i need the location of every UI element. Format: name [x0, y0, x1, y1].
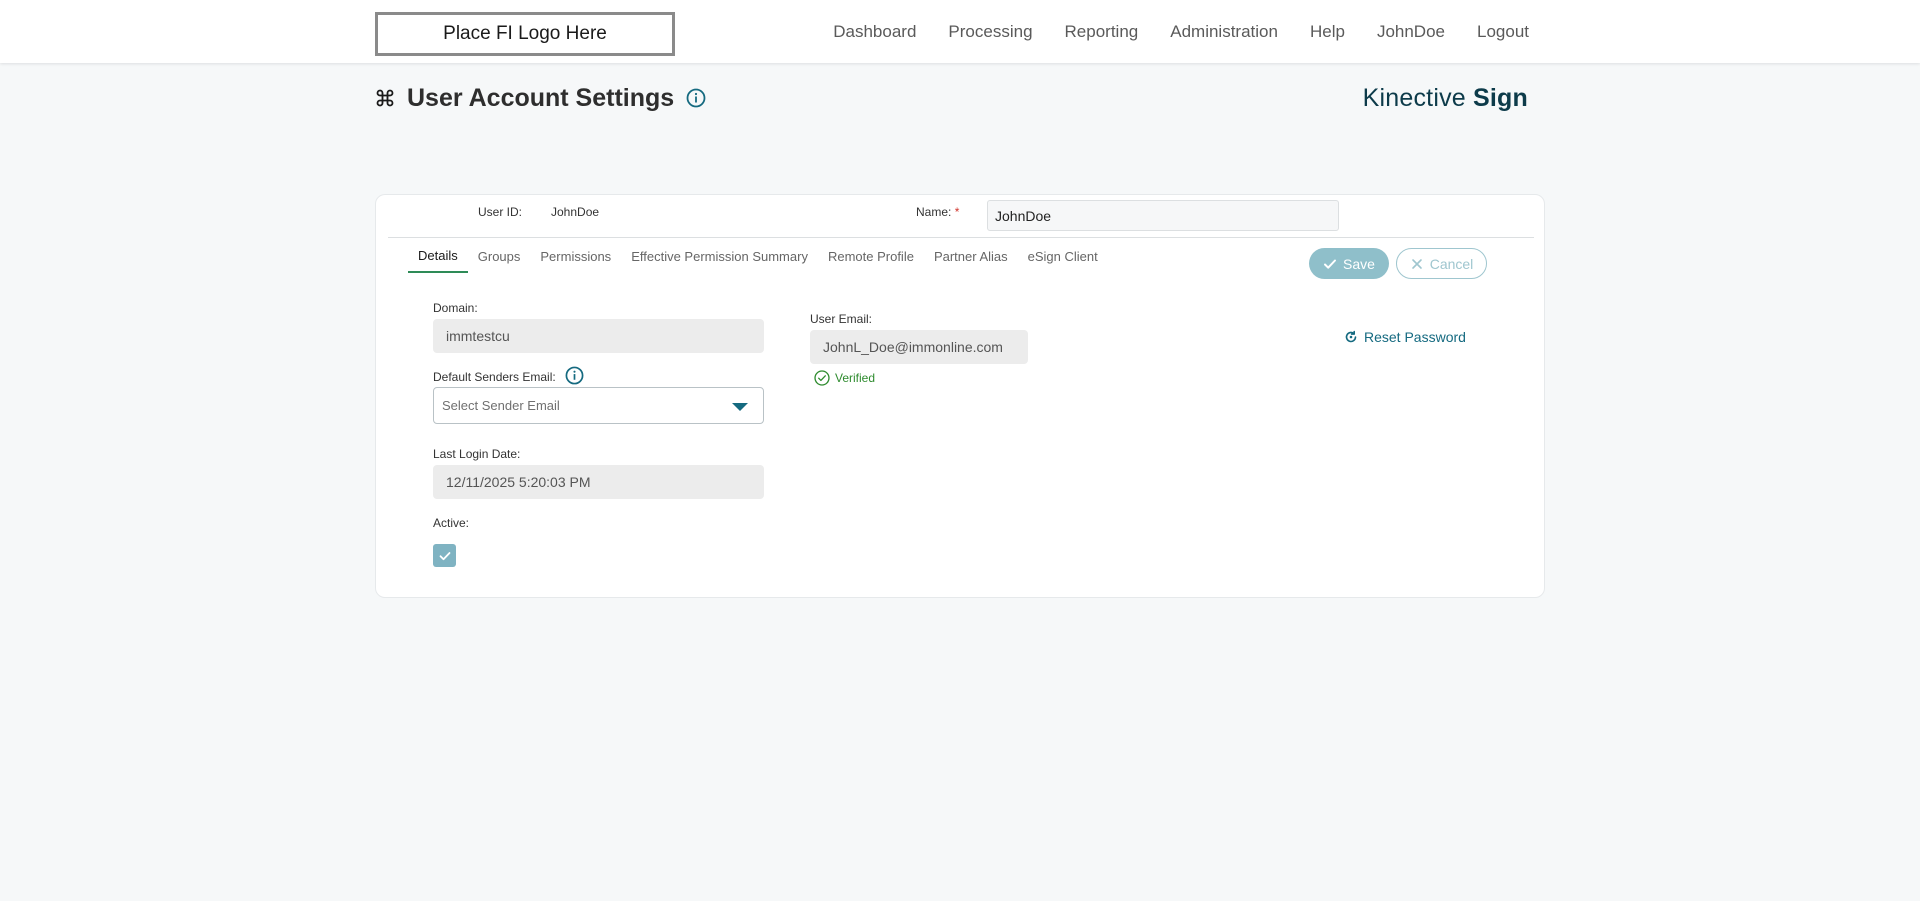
info-icon[interactable]	[686, 88, 706, 108]
tab-esign-client[interactable]: eSign Client	[1018, 239, 1108, 273]
logo-text: Place FI Logo Here	[443, 23, 607, 44]
active-checkbox[interactable]	[433, 544, 456, 567]
top-navigation-bar: Place FI Logo Here Dashboard Processing …	[0, 0, 1920, 63]
tab-effective-permission-summary[interactable]: Effective Permission Summary	[621, 239, 818, 273]
user-id-value: JohnDoe	[551, 205, 600, 219]
nav-processing[interactable]: Processing	[932, 22, 1048, 42]
nav-administration[interactable]: Administration	[1154, 22, 1294, 42]
tab-remote-profile[interactable]: Remote Profile	[818, 239, 924, 273]
required-marker: *	[954, 205, 960, 219]
nav-help[interactable]: Help	[1294, 22, 1361, 42]
name-label: Name: *	[916, 205, 959, 219]
last-login-date-field: 12/11/2025 5:20:03 PM	[433, 465, 764, 499]
page-title-row: User Account Settings	[375, 82, 706, 114]
reset-icon	[1344, 330, 1358, 344]
page-title: User Account Settings	[407, 83, 675, 112]
save-button[interactable]: Save	[1309, 248, 1389, 279]
command-icon	[375, 88, 395, 108]
sender-email-placeholder: Select Sender Email	[442, 398, 560, 413]
main-nav: Dashboard Processing Reporting Administr…	[817, 0, 1529, 63]
domain-field: immtestcu	[433, 319, 764, 353]
name-label-text: Name:	[916, 205, 952, 219]
check-icon	[1323, 257, 1337, 271]
user-id-label: User ID:	[478, 205, 523, 219]
tab-partner-alias[interactable]: Partner Alias	[924, 239, 1018, 273]
sender-email-select[interactable]: Select Sender Email	[433, 387, 764, 424]
fi-logo-placeholder[interactable]: Place FI Logo Here	[375, 12, 675, 56]
nav-reporting[interactable]: Reporting	[1049, 22, 1155, 42]
domain-label: Domain:	[433, 301, 478, 315]
brand-light-text: Kinective	[1362, 84, 1474, 112]
settings-tabs: Details Groups Permissions Effective Per…	[408, 239, 1108, 273]
tab-permissions[interactable]: Permissions	[530, 239, 621, 273]
name-input[interactable]	[987, 200, 1339, 231]
info-icon[interactable]	[565, 366, 584, 385]
nav-user-menu[interactable]: JohnDoe	[1361, 22, 1461, 42]
cancel-label: Cancel	[1429, 255, 1474, 272]
chevron-down-icon	[732, 403, 748, 411]
nav-dashboard[interactable]: Dashboard	[817, 22, 932, 42]
nav-logout[interactable]: Logout	[1461, 22, 1529, 42]
user-email-field: JohnL_Doe@immonline.com	[810, 330, 1028, 364]
default-senders-email-label: Default Senders Email:	[433, 370, 556, 384]
verified-label: Verified	[835, 371, 876, 385]
brand-logo: Kinective Sign	[1363, 84, 1528, 113]
last-login-date-label: Last Login Date:	[433, 447, 521, 461]
brand-bold-text: Sign	[1473, 84, 1528, 112]
reset-password-label: Reset Password	[1364, 329, 1466, 345]
user-settings-card: User ID: JohnDoe Name: * Details Groups …	[375, 194, 1545, 598]
active-label: Active:	[433, 516, 470, 530]
check-circle-icon	[814, 370, 830, 386]
save-label: Save	[1343, 255, 1375, 272]
check-icon	[439, 551, 450, 560]
tab-groups[interactable]: Groups	[468, 239, 531, 273]
reset-password-link[interactable]: Reset Password	[1344, 329, 1466, 345]
tab-details[interactable]: Details	[408, 239, 468, 273]
verified-status: Verified	[814, 370, 875, 386]
user-identity-row: User ID: JohnDoe Name: *	[388, 195, 1534, 238]
user-email-label: User Email:	[810, 312, 873, 326]
cancel-button[interactable]: Cancel	[1396, 248, 1487, 279]
close-icon	[1410, 257, 1424, 271]
